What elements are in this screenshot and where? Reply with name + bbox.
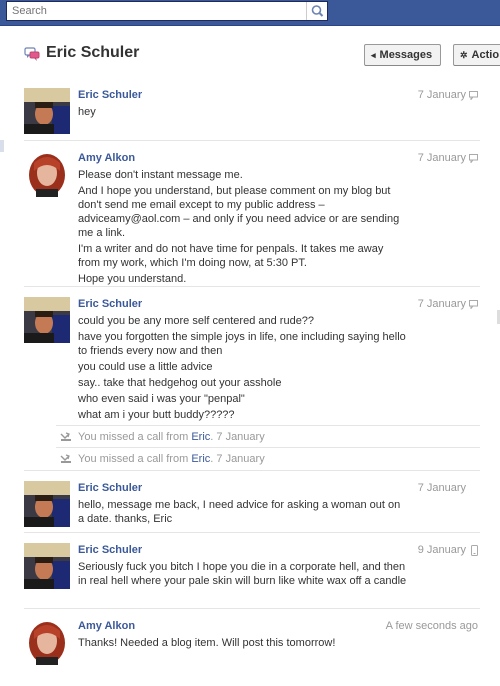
back-to-messages-button[interactable]: ◂ Messages — [364, 44, 441, 66]
reply-bubble-icon[interactable] — [469, 300, 478, 309]
search-input[interactable] — [7, 2, 307, 20]
message-time: 7 January — [417, 152, 466, 164]
message-line: hello, message me back, I need advice fo… — [78, 499, 401, 525]
message-time: 7 January — [417, 89, 466, 101]
left-edge-mark — [0, 140, 4, 152]
chevron-left-icon: ◂ — [371, 50, 376, 60]
message-item: Amy Alkon 7 January Please don't instant… — [24, 140, 480, 286]
missed-call-caller[interactable]: Eric — [191, 431, 210, 443]
mobile-phone-icon — [471, 545, 478, 556]
sender-name[interactable]: Amy Alkon — [78, 152, 135, 164]
missed-call-text: You missed a call from — [78, 431, 192, 443]
sender-name[interactable]: Eric Schuler — [78, 544, 142, 556]
missed-call-time: 7 January — [216, 431, 265, 443]
reply-bubble-icon[interactable] — [469, 91, 478, 100]
message-time: A few seconds ago — [385, 620, 478, 632]
message-line: I'm a writer and do not have time for pe… — [78, 243, 384, 269]
actions-button[interactable]: ✲ Actio — [453, 44, 500, 66]
messages-button-label: Messages — [379, 49, 433, 61]
sender-name[interactable]: Eric Schuler — [78, 298, 142, 310]
message-line: Please don't instant message me. — [78, 169, 243, 181]
message-body: Seriously fuck you bitch I hope you die … — [78, 560, 408, 590]
missed-call-punct: . — [210, 431, 214, 443]
message-line: Hope you understand. — [78, 273, 187, 285]
avatar-amy — [24, 619, 70, 665]
missed-call-item: You missed a call from Eric. 7 January — [56, 425, 480, 447]
actions-button-label: Actio — [471, 49, 500, 61]
avatar-eric — [24, 88, 70, 134]
chat-bubbles-icon — [24, 47, 40, 61]
top-bar — [0, 0, 500, 26]
missed-call-caller[interactable]: Eric — [191, 453, 210, 465]
message-line: have you forgotten the simple joys in li… — [78, 331, 406, 357]
message-item: Eric Schuler 7 January could you be any … — [24, 286, 480, 421]
message-body: could you be any more self centered and … — [78, 314, 408, 424]
message-line: And I hope you understand, but please co… — [78, 185, 400, 239]
avatar-eric — [24, 481, 70, 527]
message-line: Thanks! Needed a blog item. Will post th… — [78, 637, 336, 649]
message-body: hello, message me back, I need advice fo… — [78, 498, 408, 528]
missed-call-icon — [60, 454, 71, 463]
message-line: what am i your butt buddy????? — [78, 409, 235, 421]
message-line: could you be any more self centered and … — [78, 315, 315, 327]
message-line: say.. take that hedgehog out your asshol… — [78, 377, 282, 389]
search-box — [6, 1, 328, 21]
message-time: 9 January — [417, 544, 466, 556]
message-time: 7 January — [417, 298, 466, 310]
message-item: Eric Schuler 7 January hey — [24, 78, 480, 140]
missed-call-time: 7 January — [216, 453, 265, 465]
sender-name[interactable]: Amy Alkon — [78, 620, 135, 632]
reply-bubble-icon[interactable] — [469, 154, 478, 163]
missed-call-item: You missed a call from Eric. 7 January — [56, 447, 480, 469]
missed-call-icon — [60, 432, 71, 441]
message-line: hey — [78, 106, 96, 118]
message-item: Eric Schuler 9 January Seriously fuck yo… — [24, 532, 480, 608]
missed-call-text: You missed a call from — [78, 453, 192, 465]
sender-name[interactable]: Eric Schuler — [78, 482, 142, 494]
avatar-amy — [24, 151, 70, 197]
message-item: Eric Schuler 7 January hello, message me… — [24, 470, 480, 532]
sender-name[interactable]: Eric Schuler — [78, 89, 142, 101]
message-body: Thanks! Needed a blog item. Will post th… — [78, 636, 408, 652]
message-body: Please don't instant message me. And I h… — [78, 168, 408, 288]
thread-header: Eric Schuler ◂ Messages ✲ Actio — [0, 40, 500, 70]
message-time: 7 January — [417, 482, 466, 494]
page-title: Eric Schuler — [46, 44, 140, 61]
message-line: you could use a little advice — [78, 361, 213, 373]
search-icon — [311, 5, 324, 17]
missed-call-punct: . — [210, 453, 214, 465]
message-line: Seriously fuck you bitch I hope you die … — [78, 561, 407, 587]
message-body: hey — [78, 105, 408, 121]
gear-icon: ✲ — [460, 50, 468, 60]
search-button[interactable] — [306, 2, 327, 20]
avatar-eric — [24, 543, 70, 589]
avatar-eric — [24, 297, 70, 343]
message-item: Amy Alkon A few seconds ago Thanks! Need… — [24, 608, 480, 674]
message-line: who even said i was your "penpal" — [78, 393, 245, 405]
